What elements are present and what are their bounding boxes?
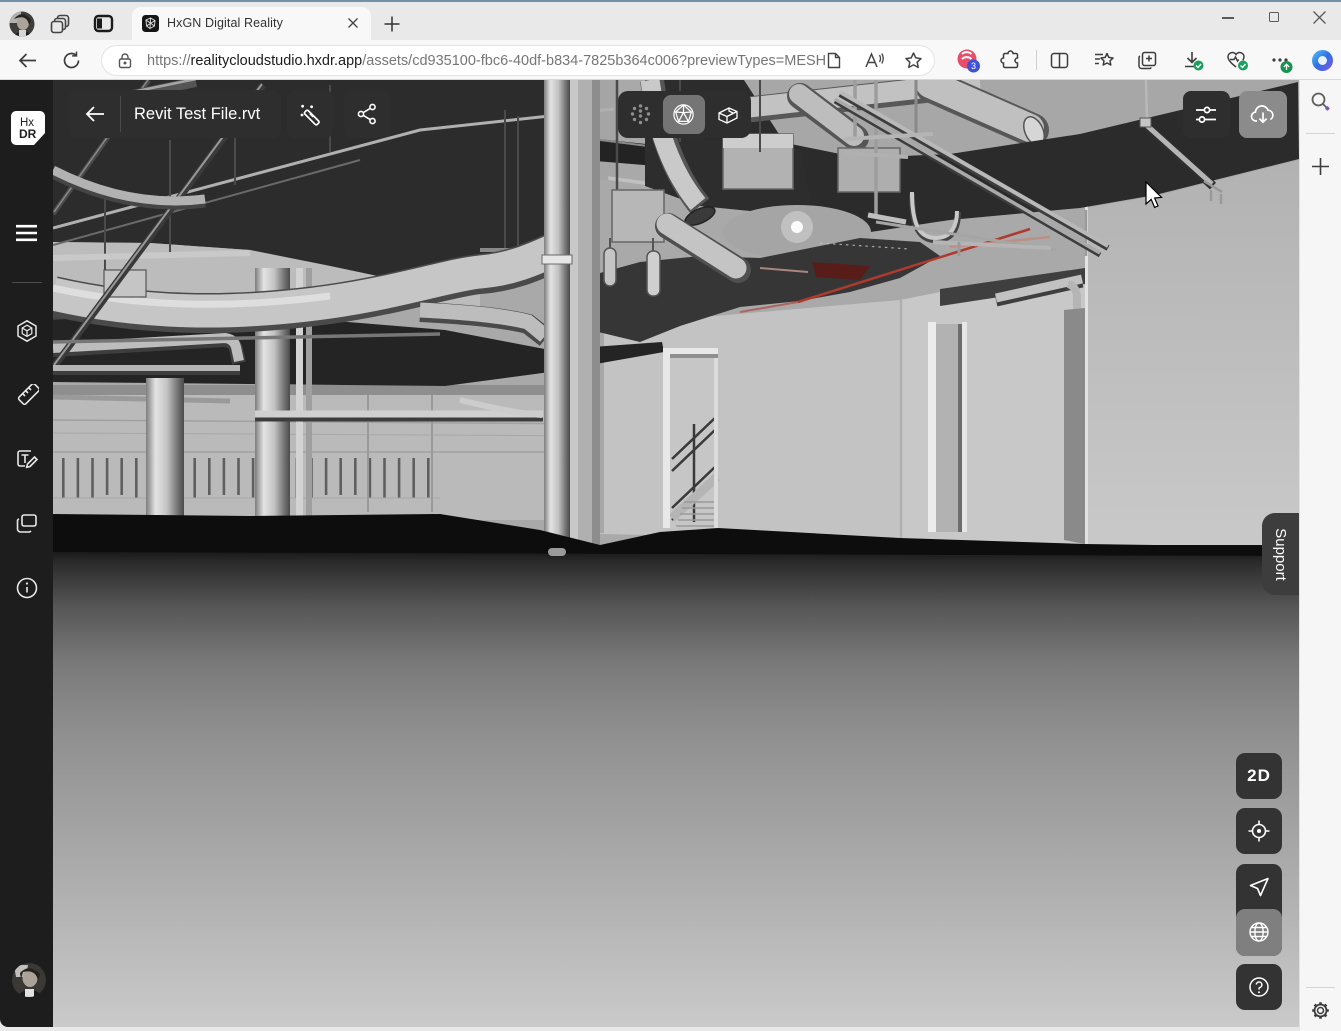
svg-text:DR: DR	[19, 127, 37, 141]
svg-text:3: 3	[971, 61, 976, 71]
